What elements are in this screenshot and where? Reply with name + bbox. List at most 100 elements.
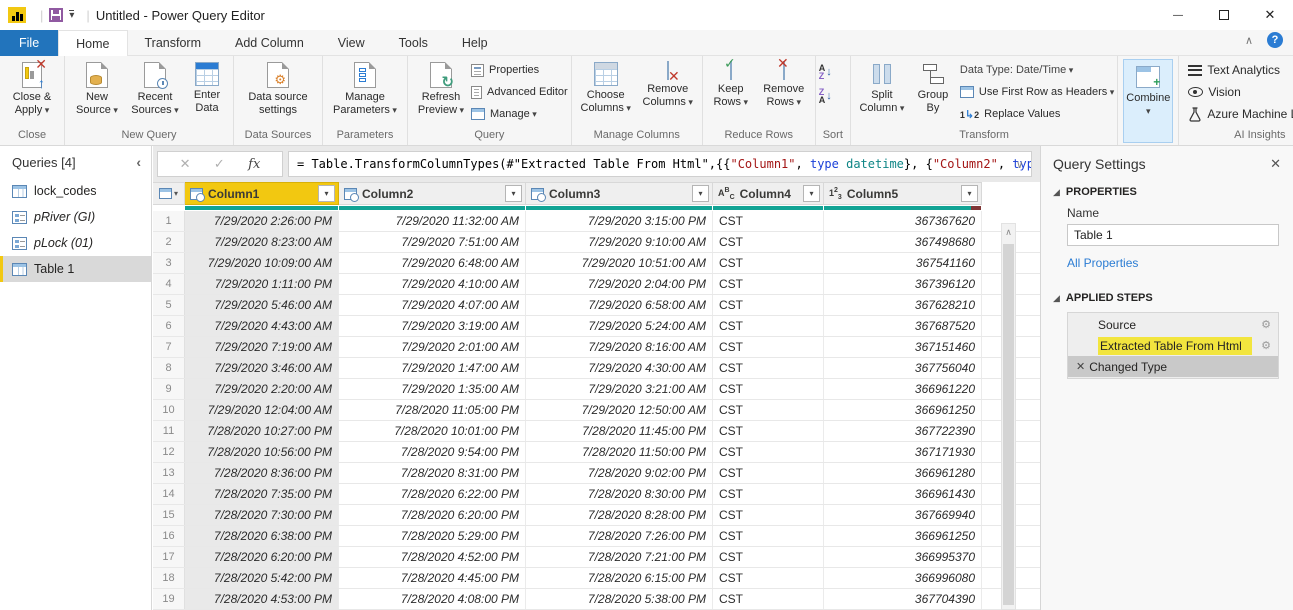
table-cell[interactable]: 367498680: [824, 232, 982, 252]
table-cell[interactable]: CST: [713, 547, 824, 567]
close-query-settings-icon[interactable]: [1270, 156, 1281, 172]
row-number[interactable]: 16: [153, 526, 185, 546]
properties-section-header[interactable]: PROPERTIES: [1053, 186, 1281, 198]
remove-columns-button[interactable]: Remove Columns: [637, 58, 699, 124]
table-cell[interactable]: 367687520: [824, 316, 982, 336]
row-number[interactable]: 5: [153, 295, 185, 315]
table-cell[interactable]: CST: [713, 484, 824, 504]
collapse-ribbon-icon[interactable]: [1245, 34, 1253, 47]
table-cell[interactable]: 366961280: [824, 463, 982, 483]
applied-step-changed-type[interactable]: Changed Type: [1068, 356, 1278, 377]
row-number[interactable]: 4: [153, 274, 185, 294]
close-button[interactable]: [1247, 0, 1293, 30]
column-header-column2[interactable]: Column2: [339, 182, 526, 205]
table-cell[interactable]: 367171930: [824, 442, 982, 462]
table-cell[interactable]: 7/28/2020 11:50:00 PM: [526, 442, 713, 462]
row-number[interactable]: 14: [153, 484, 185, 504]
table-cell[interactable]: 7/28/2020 7:21:00 PM: [526, 547, 713, 567]
scroll-up-icon[interactable]: [1002, 224, 1015, 240]
table-cell[interactable]: 7/28/2020 8:28:00 PM: [526, 505, 713, 525]
filter-dropdown-icon[interactable]: [961, 185, 978, 202]
enter-data-button[interactable]: Enter Data: [184, 58, 230, 124]
manage-parameters-button[interactable]: Manage Parameters: [326, 58, 404, 124]
table-cell[interactable]: 367151460: [824, 337, 982, 357]
refresh-preview-button[interactable]: Refresh Preview: [411, 58, 471, 124]
table-cell[interactable]: 367628210: [824, 295, 982, 315]
table-cell[interactable]: CST: [713, 274, 824, 294]
table-cell[interactable]: 7/29/2020 1:35:00 AM: [339, 379, 526, 399]
table-cell[interactable]: 7/28/2020 5:38:00 PM: [526, 589, 713, 609]
table-cell[interactable]: CST: [713, 379, 824, 399]
table-cell[interactable]: 7/29/2020 5:24:00 AM: [526, 316, 713, 336]
table-cell[interactable]: CST: [713, 463, 824, 483]
table-cell[interactable]: 7/29/2020 7:51:00 AM: [339, 232, 526, 252]
table-cell[interactable]: 367396120: [824, 274, 982, 294]
table-cell[interactable]: CST: [713, 400, 824, 420]
help-icon[interactable]: [1267, 32, 1283, 48]
query-name-input[interactable]: Table 1: [1067, 224, 1279, 246]
all-properties-link[interactable]: All Properties: [1067, 256, 1281, 270]
table-cell[interactable]: 7/29/2020 6:58:00 AM: [526, 295, 713, 315]
group-by-button[interactable]: Group By: [910, 58, 956, 124]
recent-sources-button[interactable]: Recent Sources: [126, 58, 184, 124]
keep-rows-button[interactable]: Keep Rows: [706, 58, 756, 124]
filter-dropdown-icon[interactable]: [803, 185, 820, 202]
column-header-column4[interactable]: ABCColumn4: [713, 182, 824, 205]
table-cell[interactable]: 7/29/2020 6:48:00 AM: [339, 253, 526, 273]
table-cell[interactable]: 7/28/2020 10:01:00 PM: [339, 421, 526, 441]
row-number[interactable]: 15: [153, 505, 185, 525]
table-cell[interactable]: CST: [713, 442, 824, 462]
choose-columns-button[interactable]: Choose Columns: [575, 58, 637, 124]
table-cell[interactable]: 7/29/2020 7:19:00 AM: [185, 337, 339, 357]
row-number[interactable]: 18: [153, 568, 185, 588]
row-number[interactable]: 2: [153, 232, 185, 252]
use-first-row-as-headers-button[interactable]: Use First Row as Headers: [960, 84, 1114, 100]
cancel-formula-icon[interactable]: [180, 156, 191, 172]
table-cell[interactable]: 7/28/2020 8:36:00 PM: [185, 463, 339, 483]
step-settings-gear-icon[interactable]: [1261, 318, 1271, 331]
row-number[interactable]: 19: [153, 589, 185, 609]
filter-dropdown-icon[interactable]: [318, 185, 335, 202]
table-cell[interactable]: 366961250: [824, 526, 982, 546]
table-cell[interactable]: CST: [713, 232, 824, 252]
table-cell[interactable]: 367722390: [824, 421, 982, 441]
table-cell[interactable]: 7/28/2020 6:20:00 PM: [339, 505, 526, 525]
table-cell[interactable]: 366961250: [824, 400, 982, 420]
table-cell[interactable]: 366996080: [824, 568, 982, 588]
table-cell[interactable]: 7/28/2020 6:22:00 PM: [339, 484, 526, 504]
query-item-table-1[interactable]: Table 1: [0, 256, 151, 282]
vertical-scrollbar[interactable]: [1001, 223, 1016, 610]
row-number[interactable]: 13: [153, 463, 185, 483]
table-cell[interactable]: 7/28/2020 7:35:00 PM: [185, 484, 339, 504]
scrollbar-thumb[interactable]: [1003, 244, 1014, 605]
table-cell[interactable]: 7/28/2020 4:45:00 PM: [339, 568, 526, 588]
maximize-button[interactable]: [1201, 0, 1247, 30]
tab-help[interactable]: Help: [445, 30, 505, 56]
sort-descending-button[interactable]: ZA↓: [819, 88, 832, 104]
column-header-column3[interactable]: Column3: [526, 182, 713, 205]
table-cell[interactable]: 367367620: [824, 211, 982, 231]
table-cell[interactable]: 7/29/2020 8:23:00 AM: [185, 232, 339, 252]
table-cell[interactable]: 7/29/2020 10:09:00 AM: [185, 253, 339, 273]
azure-ml-button[interactable]: Azure Machine Learning: [1188, 106, 1293, 122]
filter-dropdown-icon[interactable]: [692, 185, 709, 202]
table-cell[interactable]: 7/29/2020 10:51:00 AM: [526, 253, 713, 273]
table-cell[interactable]: 7/28/2020 7:30:00 PM: [185, 505, 339, 525]
table-cell[interactable]: CST: [713, 421, 824, 441]
table-cell[interactable]: 7/29/2020 4:10:00 AM: [339, 274, 526, 294]
table-cell[interactable]: 7/29/2020 4:07:00 AM: [339, 295, 526, 315]
data-source-settings-button[interactable]: Data source settings: [237, 58, 319, 124]
table-cell[interactable]: 367756040: [824, 358, 982, 378]
table-cell[interactable]: 7/28/2020 6:38:00 PM: [185, 526, 339, 546]
close-and-apply-button[interactable]: Close & Apply: [3, 58, 61, 124]
remove-rows-button[interactable]: Remove Rows: [756, 58, 812, 124]
table-cell[interactable]: 7/29/2020 2:04:00 PM: [526, 274, 713, 294]
table-cell[interactable]: 7/28/2020 7:26:00 PM: [526, 526, 713, 546]
table-cell[interactable]: CST: [713, 526, 824, 546]
table-cell[interactable]: 7/28/2020 4:53:00 PM: [185, 589, 339, 609]
sort-ascending-button[interactable]: AZ↓: [819, 64, 832, 80]
vision-button[interactable]: Vision: [1188, 84, 1293, 100]
query-item-plock-01-[interactable]: pLock (01): [0, 230, 151, 256]
table-cell[interactable]: 7/29/2020 1:11:00 PM: [185, 274, 339, 294]
tab-file[interactable]: File: [0, 30, 58, 56]
